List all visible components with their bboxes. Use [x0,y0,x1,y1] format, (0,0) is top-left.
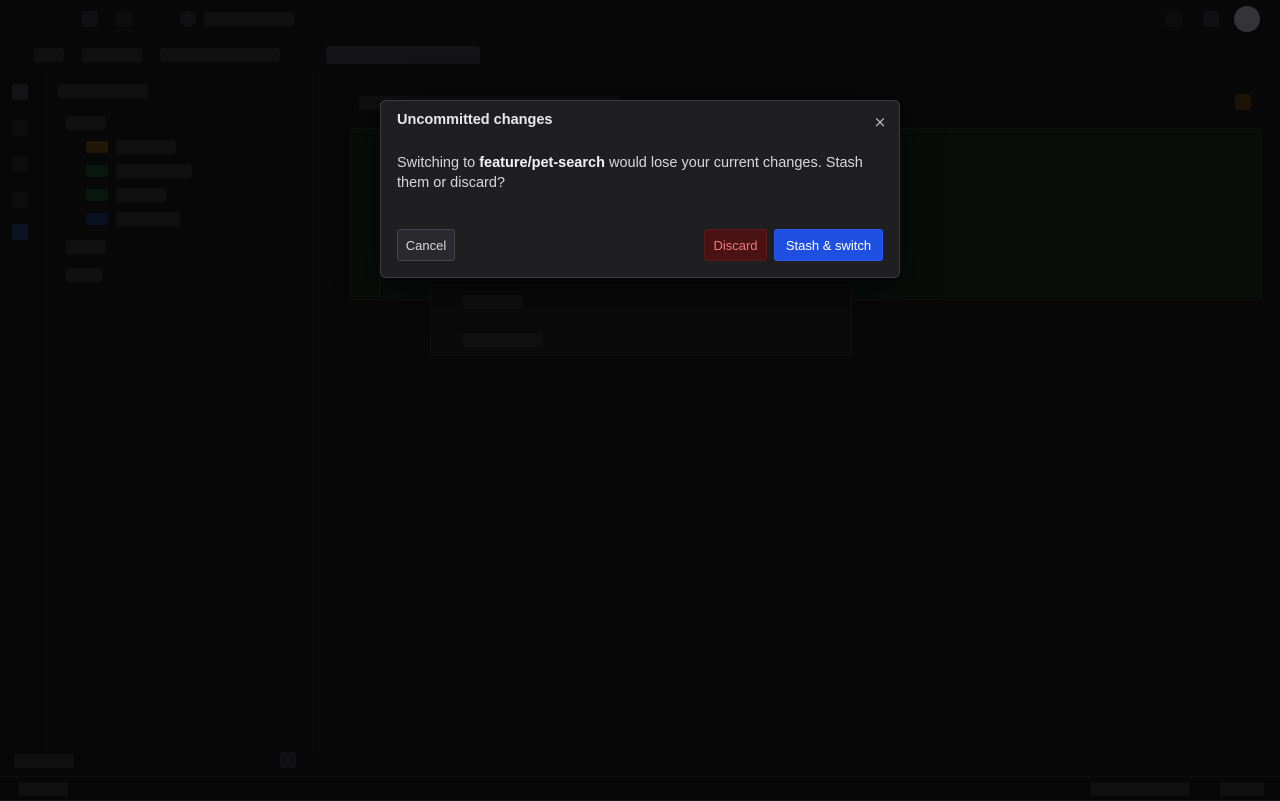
dialog-title: Uncommitted changes [397,112,553,128]
discard-button[interactable]: Discard [704,229,767,261]
stash-and-switch-button[interactable]: Stash & switch [774,229,883,261]
dialog-message: Switching to feature/pet-search would lo… [397,153,887,193]
branch-name: feature/pet-search [479,155,605,171]
message-prefix: Switching to [397,155,480,171]
close-icon[interactable]: × [871,113,889,131]
uncommitted-changes-dialog: Uncommitted changes × Switching to featu… [380,100,900,278]
cancel-button[interactable]: Cancel [397,229,455,261]
